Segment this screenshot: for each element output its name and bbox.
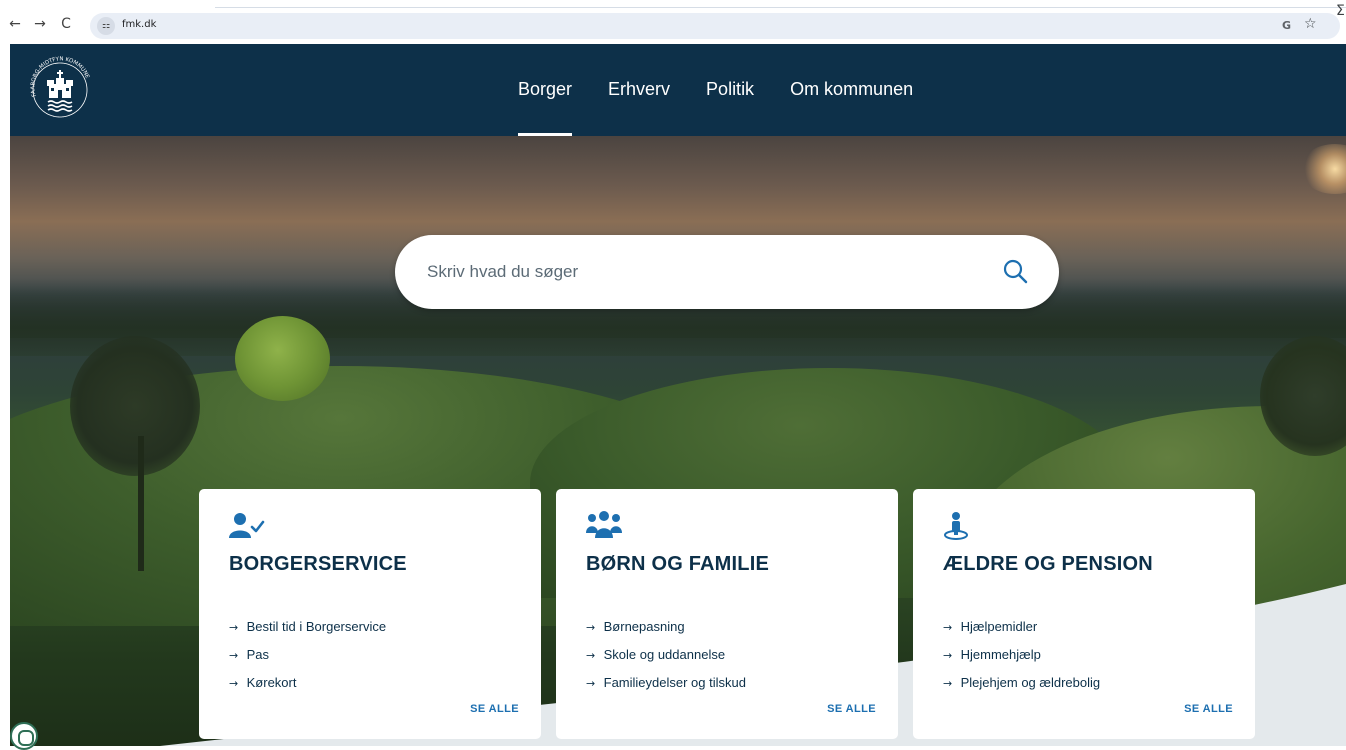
arrow-right-icon: → [229,621,239,634]
arrow-right-icon: → [943,649,953,662]
card-link[interactable]: → Hjælpemidler [943,619,1100,647]
arrow-right-icon: → [229,649,239,662]
card-link-list: → Bestil tid i Borgerservice → Pas → Kør… [229,619,386,703]
google-icon[interactable]: G [1282,19,1291,32]
back-icon[interactable]: ← [6,15,24,33]
arrow-right-icon: → [586,677,596,690]
site-info-icon[interactable]: ⚏ [97,17,115,35]
address-bar[interactable]: ⚏ fmk.dk G ☆ [90,13,1340,39]
card-link[interactable]: → Børnepasning [586,619,746,647]
card-title: BORGERSERVICE [229,553,407,575]
arrow-right-icon: → [586,649,596,662]
card-link[interactable]: → Skole og uddannelse [586,647,746,675]
card-aeldre-og-pension: ÆLDRE OG PENSION → Hjælpemidler → Hjemme… [913,489,1255,739]
site-header: FAABORG-MIDTFYN KOMMUNE Borger Erhverv P… [10,44,1346,136]
nav-om-kommunen[interactable]: Om kommunen [772,78,931,136]
arrow-right-icon: → [229,677,239,690]
card-link[interactable]: → Kørekort [229,675,386,703]
nav-borger[interactable]: Borger [518,78,590,136]
card-link[interactable]: → Familieydelser og tilskud [586,675,746,703]
see-all-link[interactable]: SE ALLE [827,703,876,715]
main-navigation: Borger Erhverv Politik Om kommunen [518,78,931,136]
arrow-right-icon: → [586,621,596,634]
bookmark-star-icon[interactable]: ☆ [1304,16,1317,32]
card-link[interactable]: → Pas [229,647,386,675]
search-icon[interactable] [999,255,1033,289]
arrow-right-icon: → [943,677,953,690]
url-text[interactable]: fmk.dk [122,19,156,30]
card-link-list: → Hjælpemidler → Hjemmehjælp → Plejehjem… [943,619,1100,703]
arrow-right-icon: → [943,621,953,634]
search-input[interactable] [427,257,987,287]
search-box [395,235,1059,309]
tab-strip-line [215,7,1346,8]
card-link-list: → Børnepasning → Skole og uddannelse → F… [586,619,746,703]
see-all-link[interactable]: SE ALLE [470,703,519,715]
forward-icon[interactable]: → [31,15,49,33]
card-link[interactable]: → Bestil tid i Borgerservice [229,619,386,647]
extension-icon[interactable]: Σ [1336,3,1345,19]
card-title: ÆLDRE OG PENSION [943,553,1153,575]
nav-erhverv[interactable]: Erhverv [590,78,688,136]
elderly-person-icon [944,512,968,540]
card-link[interactable]: → Hjemmehjælp [943,647,1100,675]
card-boern-og-familie: BØRN OG FAMILIE → Børnepasning → Skole o… [556,489,898,739]
user-check-icon [229,513,265,538]
family-group-icon [586,511,622,538]
hero-banner: BORGERSERVICE → Bestil tid i Borgerservi… [10,136,1346,746]
see-all-link[interactable]: SE ALLE [1184,703,1233,715]
reload-icon[interactable]: C [57,15,75,33]
faaborg-midtfyn-kommune-logo[interactable]: FAABORG-MIDTFYN KOMMUNE [22,52,98,122]
card-title: BØRN OG FAMILIE [586,553,769,575]
card-link[interactable]: → Plejehjem og ældrebolig [943,675,1100,703]
nav-politik[interactable]: Politik [688,78,772,136]
browser-chrome: ← → C ⚏ fmk.dk G ☆ Σ [0,0,1346,44]
card-borgerservice: BORGERSERVICE → Bestil tid i Borgerservi… [199,489,541,739]
